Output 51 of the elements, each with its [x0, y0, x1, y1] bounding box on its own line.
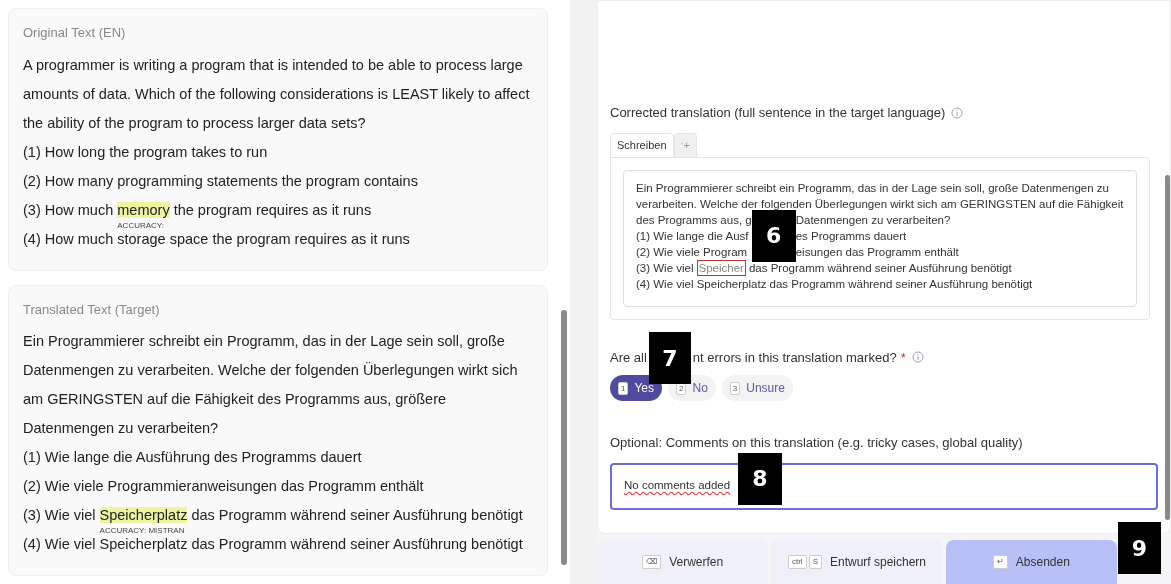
key-hint: 2 — [676, 381, 687, 395]
number-badge: 8 — [738, 452, 782, 505]
action-button[interactable]: ↵ Absenden — [945, 540, 1117, 584]
editor-line: verarbeiten. Welche der folgenden Überlegungen wirkt sich am GERINGSTEN auf die Fähigkeit — [636, 196, 1124, 212]
required-mark: * — [900, 348, 906, 367]
text-line: A programmer is writing a program that is intended to be able to process large amounts of data. Which of the following considerations is LEAST likely to affect the ability of the program to process larger data sets? — [23, 55, 531, 133]
field-label: Optional: Comments on this translation (e.g. tricky cases, global quality) — [610, 434, 1024, 452]
action-button[interactable]: ctrl S Entwurf speichern — [771, 540, 943, 584]
number-badge: 9 — [1118, 522, 1161, 574]
editor-tab[interactable]: Schreiben — [610, 132, 674, 157]
translation-editor[interactable] — [623, 169, 1137, 307]
editor-line: eisungen das Programm enthält — [795, 244, 959, 260]
scrollbar[interactable] — [1165, 175, 1170, 520]
editor-line: des Programms aus, g — [636, 212, 752, 228]
info-icon[interactable] — [911, 351, 924, 364]
text-line: (2) Wie viele Programmieranweisungen das Programm enthält — [23, 477, 425, 496]
key-hint: 3 — [729, 381, 741, 395]
answer-chip[interactable]: 1 Yes — [610, 375, 663, 401]
text-line: (1) How long the program takes to run — [23, 142, 269, 162]
action-button[interactable]: ⌫ Verwerfen — [597, 540, 769, 584]
text-line: Ein Programmierer schreibt ein Programm, das in der Lage sein soll, große Datenmengen zu verarbeiten. Welche der folgenden Überlegungen wirkt sich am GERINGSTEN auf die Fähigkeit des Programms aus, größere Datenmengen zu verarbeiten? — [23, 332, 519, 438]
key-hint: S — [808, 555, 822, 569]
answer-chip[interactable]: 3 Unsure — [721, 375, 793, 401]
key-hint: ctrl — [787, 555, 807, 569]
card-title: Translated Text (Target) — [23, 300, 161, 319]
editor-line: (4) Wie viel Speicherplatz das Programm während seiner Ausführung benötigt — [636, 276, 1034, 292]
editor-line: das Programm während seiner Ausführung benötigt — [748, 260, 1012, 276]
number-badge: 7 — [648, 332, 691, 385]
key-hint: ↵ — [992, 555, 1008, 569]
error-tag: ACCURACY: MISTRAN — [99, 526, 185, 535]
info-icon[interactable] — [951, 106, 964, 119]
text-line: (1) Wie lange die Ausführung des Programms dauert — [23, 448, 363, 467]
field-label: Corrected translation (full sentence in the target language) — [610, 103, 1158, 123]
key-hint: 1 — [618, 381, 629, 395]
number-badge: 6 — [751, 209, 796, 262]
question-label: nt errors in this translation marked? — [692, 348, 897, 367]
error-tag: ACCURACY: — [117, 220, 164, 230]
key-hint: ⌫ — [642, 555, 662, 569]
editor-line: Ein Programmierer schreibt ein Programm, das in der Lage sein soll, große Datenmengen zu — [636, 180, 1110, 196]
editor-line: es Programms dauert — [795, 228, 908, 244]
editor-line: (1) Wie lange die Ausf — [636, 228, 750, 244]
text-line: (2) How many programming statements the program contains — [23, 171, 419, 191]
scrollbar[interactable] — [561, 310, 567, 565]
question-label: Are all — [610, 348, 647, 367]
editor-line: (2) Wie viele Program — [636, 244, 749, 260]
editor-line: Datenmengen zu verarbeiten? — [795, 212, 952, 228]
text-line: (4) Wie viel Speicherplatz das Programm während seiner Ausführung benötigt — [23, 535, 524, 554]
editor-line: (3) Wie viel — [636, 260, 694, 276]
card-title: Original Text (EN) — [23, 24, 127, 42]
flagged-word[interactable]: Speicher — [696, 259, 746, 276]
text-line: (4) How much storage space the program requires as it runs — [23, 229, 411, 249]
